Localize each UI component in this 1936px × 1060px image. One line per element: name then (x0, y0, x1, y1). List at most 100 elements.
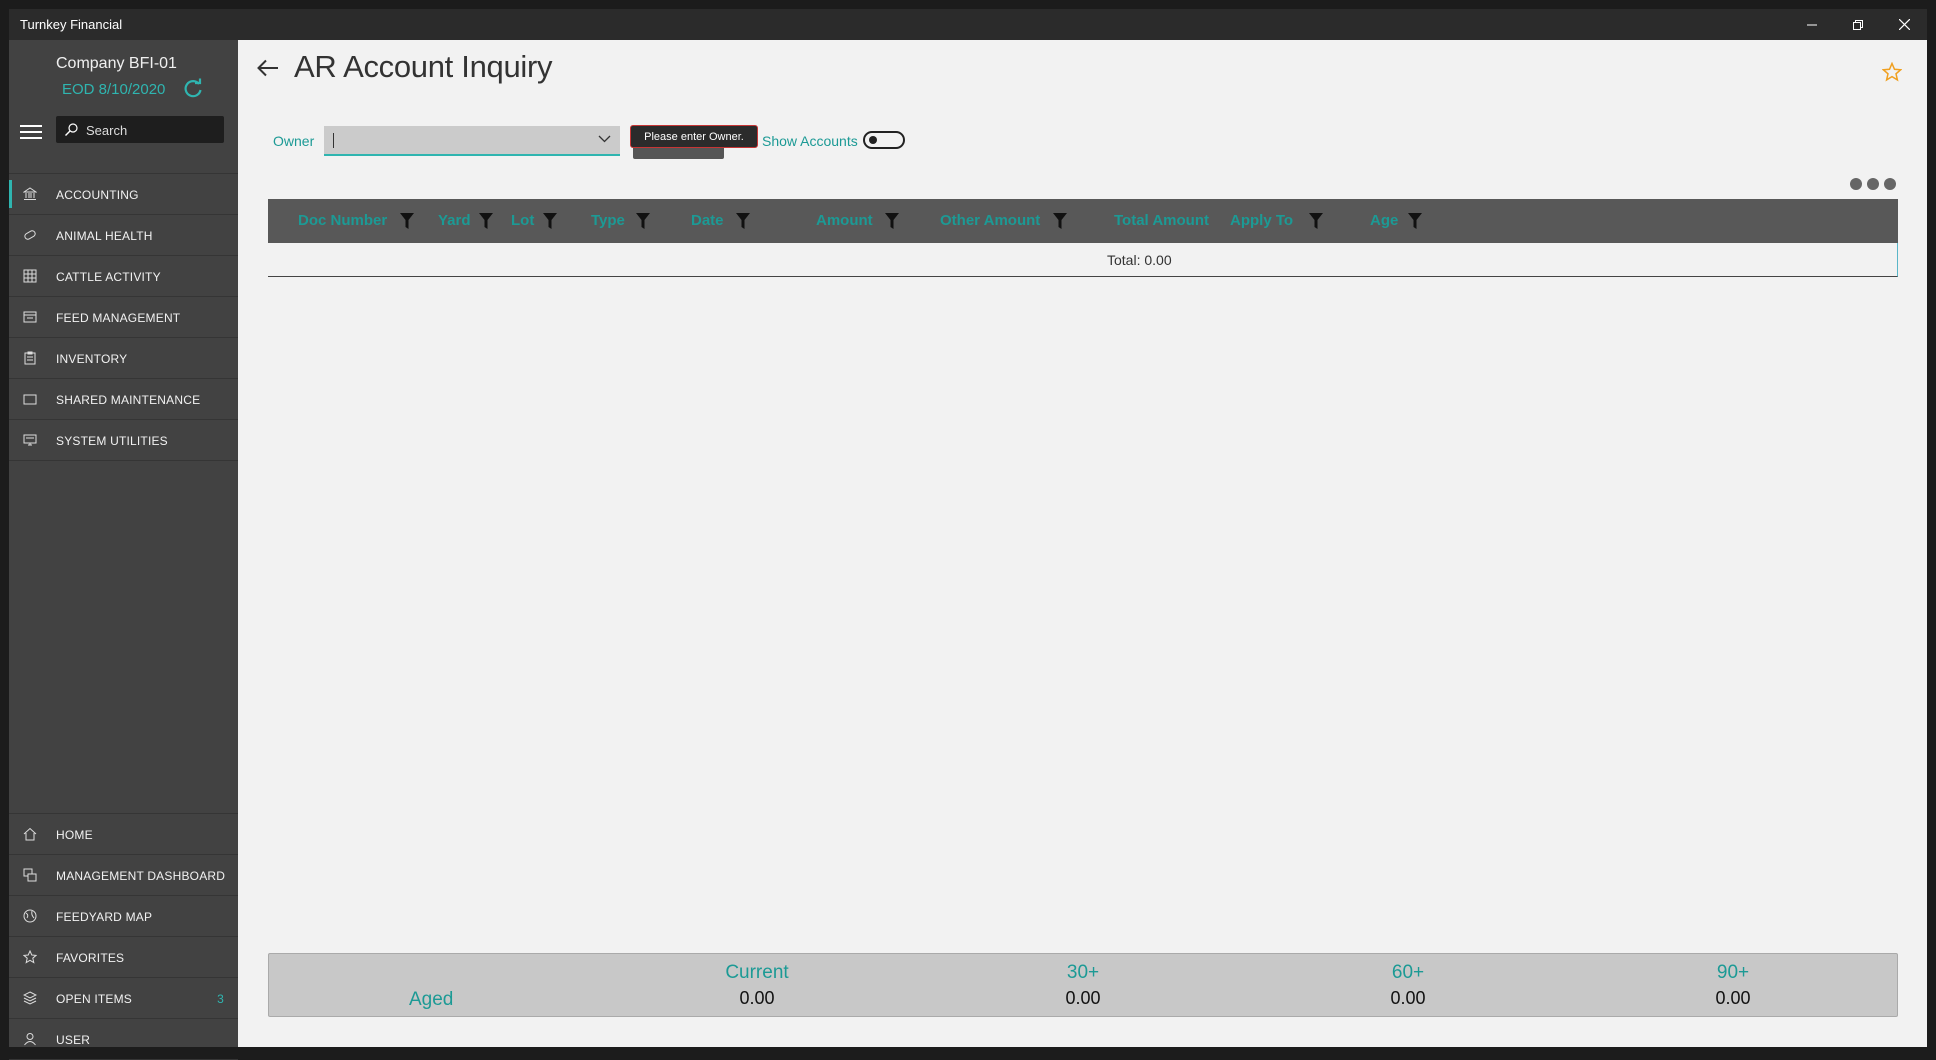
nav-label: ANIMAL HEALTH (56, 229, 153, 243)
minimize-icon (1807, 24, 1817, 25)
nav-item-inventory[interactable]: INVENTORY (9, 338, 238, 379)
nav-item-shared-maintenance[interactable]: SHARED MAINTENANCE (9, 379, 238, 420)
bucket-value: 0.00 (1390, 988, 1426, 1008)
column-label: Doc Number (298, 212, 388, 229)
filter-icon[interactable] (1053, 213, 1067, 229)
column-label: Other Amount (940, 212, 1041, 229)
grid-total-row: Total: 0.00 (268, 243, 1898, 277)
grid-icon (23, 269, 37, 283)
nav-item-open-items[interactable]: OPEN ITEMS 3 (9, 978, 238, 1019)
app-window: Turnkey Financial Company BFI-01 EOD 8/1… (9, 9, 1927, 1060)
aged-bucket-90: 90+ 0.00 (1633, 954, 1833, 1009)
column-amount[interactable]: Amount (816, 212, 899, 229)
bucket-value: 0.00 (1715, 988, 1751, 1008)
column-label: Amount (816, 212, 873, 229)
column-total-amount[interactable]: Total Amount (1114, 212, 1209, 229)
nav-item-feed-management[interactable]: FEED MANAGEMENT (9, 297, 238, 338)
column-lot[interactable]: Lot (511, 212, 557, 229)
toggle-knob (869, 136, 877, 144)
filter-icon[interactable] (543, 213, 557, 229)
bank-icon (23, 187, 37, 200)
filter-icon[interactable] (636, 213, 650, 229)
nav-item-accounting[interactable]: ACCOUNTING (9, 174, 238, 215)
filter-icon[interactable] (736, 213, 750, 229)
nav-item-animal-health[interactable]: ANIMAL HEALTH (9, 215, 238, 256)
nav-item-user[interactable]: USER (9, 1019, 238, 1060)
title-bar: Turnkey Financial (9, 9, 1927, 40)
bucket-value: 0.00 (1065, 988, 1101, 1008)
filter-icon[interactable] (1309, 213, 1323, 229)
show-accounts-toggle[interactable] (863, 131, 905, 149)
owner-label: Owner (273, 133, 315, 149)
nav-item-cattle-activity[interactable]: CATTLE ACTIVITY (9, 256, 238, 297)
minimize-button[interactable] (1789, 9, 1835, 40)
globe-icon (23, 909, 37, 923)
search-placeholder: Search (86, 123, 128, 138)
nav-item-system-utilities[interactable]: SYSTEM UTILITIES (9, 420, 238, 461)
column-other-amount[interactable]: Other Amount (940, 212, 1067, 229)
monitor-icon (23, 434, 37, 446)
text-cursor (333, 133, 334, 148)
column-doc-number[interactable]: Doc Number (298, 212, 414, 229)
restore-button[interactable] (1835, 9, 1881, 40)
nav-item-favorites[interactable]: FAVORITES (9, 937, 238, 978)
aged-bucket-current: Current 0.00 (657, 954, 857, 1009)
column-label: Apply To (1230, 212, 1294, 229)
company-name: Company BFI-01 (56, 55, 177, 72)
more-options-icon[interactable] (1849, 177, 1897, 191)
nav-label: HOME (56, 828, 93, 842)
nav-item-management-dashboard[interactable]: MANAGEMENT DASHBOARD (9, 855, 238, 896)
sidebar: Company BFI-01 EOD 8/10/2020 Search ACCO… (9, 40, 238, 1060)
search-input[interactable]: Search (56, 116, 224, 143)
dashboard-icon (23, 868, 37, 882)
nav-label: OPEN ITEMS (56, 992, 133, 1006)
nav-footer: HOME MANAGEMENT DASHBOARD FEEDYARD MAP F… (9, 813, 238, 1060)
restore-icon (1853, 19, 1863, 30)
bucket-value: 0.00 (739, 988, 775, 1008)
show-accounts-label: Show Accounts (762, 133, 858, 149)
nav-label: CATTLE ACTIVITY (56, 270, 161, 284)
aged-summary-panel: Aged Current 0.00 30+ 0.00 60+ 0.00 90+ … (268, 953, 1898, 1017)
close-button[interactable] (1881, 9, 1927, 40)
bucket-label: 60+ (1391, 962, 1425, 983)
eod-date: EOD 8/10/2020 (62, 81, 166, 98)
favorite-star-icon[interactable] (1882, 62, 1902, 82)
nav-label: MANAGEMENT DASHBOARD (56, 869, 226, 883)
nav-label: SYSTEM UTILITIES (56, 434, 168, 448)
aged-bucket-30: 30+ 0.00 (983, 954, 1183, 1009)
column-label: Date (691, 212, 724, 229)
column-age[interactable]: Age (1370, 212, 1422, 229)
nav-item-feedyard-map[interactable]: FEEDYARD MAP (9, 896, 238, 937)
user-icon (24, 1033, 36, 1046)
owner-combobox[interactable] (324, 126, 620, 156)
back-arrow-icon[interactable] (257, 59, 279, 77)
star-outline-icon (23, 950, 37, 964)
column-date[interactable]: Date (691, 212, 750, 229)
pill-icon (24, 230, 36, 240)
nav-label: FEED MANAGEMENT (56, 311, 181, 325)
refresh-icon[interactable] (182, 78, 204, 100)
search-icon (65, 123, 78, 136)
folder-icon (23, 394, 37, 405)
column-apply-to[interactable]: Apply To (1230, 212, 1323, 229)
column-yard[interactable]: Yard (438, 212, 493, 229)
app-title: Turnkey Financial (20, 17, 123, 32)
chevron-down-icon[interactable] (598, 135, 611, 143)
page-title: AR Account Inquiry (294, 49, 553, 84)
close-icon (1898, 19, 1910, 30)
nav-label: SHARED MAINTENANCE (56, 393, 201, 407)
hamburger-menu-icon[interactable] (20, 125, 42, 139)
open-items-count: 3 (217, 992, 224, 1006)
aged-label: Aged (409, 989, 454, 1010)
filter-icon[interactable] (1408, 213, 1422, 229)
nav-label: USER (56, 1033, 91, 1047)
filter-icon[interactable] (400, 213, 414, 229)
filter-icon[interactable] (885, 213, 899, 229)
nav-item-home[interactable]: HOME (9, 814, 238, 855)
bucket-label: 30+ (1066, 962, 1100, 983)
column-type[interactable]: Type (591, 212, 650, 229)
feed-icon (23, 311, 37, 323)
filter-icon[interactable] (479, 213, 493, 229)
bucket-label: Current (725, 962, 789, 983)
nav-label: FAVORITES (56, 951, 125, 965)
